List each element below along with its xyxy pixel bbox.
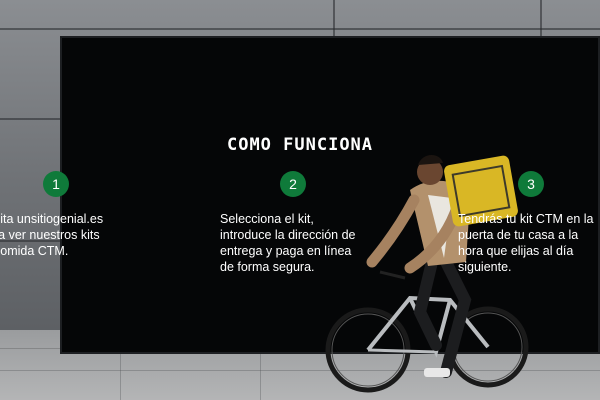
how-it-works-section: COMO FUNCIONA 1 sita unsitiogenial.es ra… xyxy=(0,0,600,400)
step-description: Selecciona el kit, introduce la direcció… xyxy=(220,212,356,274)
step-description: Tendrás tu kit CTM en la puerta de tu ca… xyxy=(458,212,594,274)
step-number-badge: 3 xyxy=(518,171,544,197)
section-title: COMO FUNCIONA xyxy=(226,135,374,155)
step-number-badge: 2 xyxy=(280,171,306,197)
step-number-badge: 1 xyxy=(43,171,69,197)
step-description: sita unsitiogenial.es ra ver nuestros ki… xyxy=(0,212,104,258)
